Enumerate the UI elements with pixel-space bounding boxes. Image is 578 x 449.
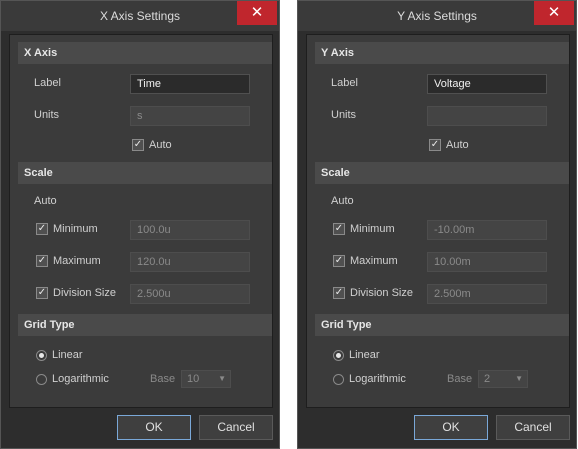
title-bar: Y Axis Settings ✕ [298, 1, 576, 31]
minimum-checkbox[interactable]: ✓ [333, 223, 345, 235]
units-input[interactable] [427, 106, 547, 126]
ok-button[interactable]: OK [414, 415, 488, 440]
auto-units-label: Auto [149, 139, 172, 151]
label-input[interactable]: Time [130, 74, 250, 94]
axis-section-header: Y Axis [315, 42, 569, 64]
scale-section-title: Scale [24, 167, 53, 179]
linear-radio[interactable] [333, 350, 344, 361]
settings-panel: X Axis Label Time Units s ✓ Auto Scale A… [9, 34, 273, 408]
auto-units-checkbox[interactable]: ✓ [429, 139, 441, 151]
auto-units-label: Auto [446, 139, 469, 151]
axis-section-title: X Axis [24, 47, 58, 59]
linear-label: Linear [349, 349, 380, 361]
label-field-label: Label [34, 77, 61, 89]
close-icon: ✕ [250, 4, 264, 21]
minimum-input[interactable]: -10.00m [427, 220, 547, 240]
checkmark-icon: ✓ [37, 223, 47, 234]
logarithmic-radio[interactable] [333, 374, 344, 385]
checkmark-icon: ✓ [37, 287, 47, 298]
checkmark-icon: ✓ [334, 287, 344, 298]
checkmark-icon: ✓ [37, 255, 47, 266]
base-select[interactable]: 2 ▼ [478, 370, 528, 388]
maximum-label: Maximum [350, 255, 398, 267]
auto-units-checkbox[interactable]: ✓ [132, 139, 144, 151]
axis-section-header: X Axis [18, 42, 272, 64]
maximum-input[interactable]: 10.00m [427, 252, 547, 272]
ok-button[interactable]: OK [117, 415, 191, 440]
checkmark-icon: ✓ [133, 139, 143, 150]
maximum-label: Maximum [53, 255, 101, 267]
linear-radio[interactable] [36, 350, 47, 361]
scale-auto-label: Auto [34, 195, 57, 207]
minimum-label: Minimum [350, 223, 395, 235]
grid-type-section-title: Grid Type [24, 319, 75, 331]
scale-auto-label: Auto [331, 195, 354, 207]
chevron-down-icon: ▼ [515, 374, 523, 383]
title-bar: X Axis Settings ✕ [1, 1, 279, 31]
division-size-input[interactable]: 2.500m [427, 284, 547, 304]
units-field-label: Units [331, 109, 357, 121]
checkmark-icon: ✓ [430, 139, 440, 150]
cancel-button[interactable]: Cancel [199, 415, 273, 440]
logarithmic-label: Logarithmic [349, 373, 406, 385]
division-size-label: Division Size [350, 287, 413, 299]
division-size-checkbox[interactable]: ✓ [36, 287, 48, 299]
minimum-label: Minimum [53, 223, 98, 235]
scale-section-title: Scale [321, 167, 350, 179]
base-value: 2 [484, 373, 491, 385]
grid-type-section-header: Grid Type [18, 314, 272, 336]
scale-section-header: Scale [315, 162, 569, 184]
base-select[interactable]: 10 ▼ [181, 370, 231, 388]
logarithmic-label: Logarithmic [52, 373, 109, 385]
close-button[interactable]: ✕ [534, 1, 574, 25]
base-value: 10 [187, 373, 200, 385]
division-size-label: Division Size [53, 287, 116, 299]
grid-type-section-title: Grid Type [321, 319, 372, 331]
close-button[interactable]: ✕ [237, 1, 277, 25]
maximum-checkbox[interactable]: ✓ [36, 255, 48, 267]
settings-panel: Y Axis Label Voltage Units ✓ Auto Scale … [306, 34, 570, 408]
y-axis-settings-dialog: Y Axis Settings ✕ Y Axis Label Voltage U… [297, 0, 577, 449]
label-field-label: Label [331, 77, 358, 89]
division-size-input[interactable]: 2.500u [130, 284, 250, 304]
grid-type-section-header: Grid Type [315, 314, 569, 336]
linear-label: Linear [52, 349, 83, 361]
x-axis-settings-dialog: X Axis Settings ✕ X Axis Label Time Unit… [0, 0, 280, 449]
cancel-button[interactable]: Cancel [496, 415, 570, 440]
close-icon: ✕ [547, 4, 561, 21]
chevron-down-icon: ▼ [218, 374, 226, 383]
axis-section-title: Y Axis [321, 47, 355, 59]
logarithmic-radio[interactable] [36, 374, 47, 385]
checkmark-icon: ✓ [334, 223, 344, 234]
maximum-checkbox[interactable]: ✓ [333, 255, 345, 267]
minimum-input[interactable]: 100.0u [130, 220, 250, 240]
units-input[interactable]: s [130, 106, 250, 126]
base-label: Base [447, 373, 473, 385]
base-label: Base [150, 373, 176, 385]
maximum-input[interactable]: 120.0u [130, 252, 250, 272]
division-size-checkbox[interactable]: ✓ [333, 287, 345, 299]
units-field-label: Units [34, 109, 60, 121]
label-input[interactable]: Voltage [427, 74, 547, 94]
checkmark-icon: ✓ [334, 255, 344, 266]
scale-section-header: Scale [18, 162, 272, 184]
minimum-checkbox[interactable]: ✓ [36, 223, 48, 235]
